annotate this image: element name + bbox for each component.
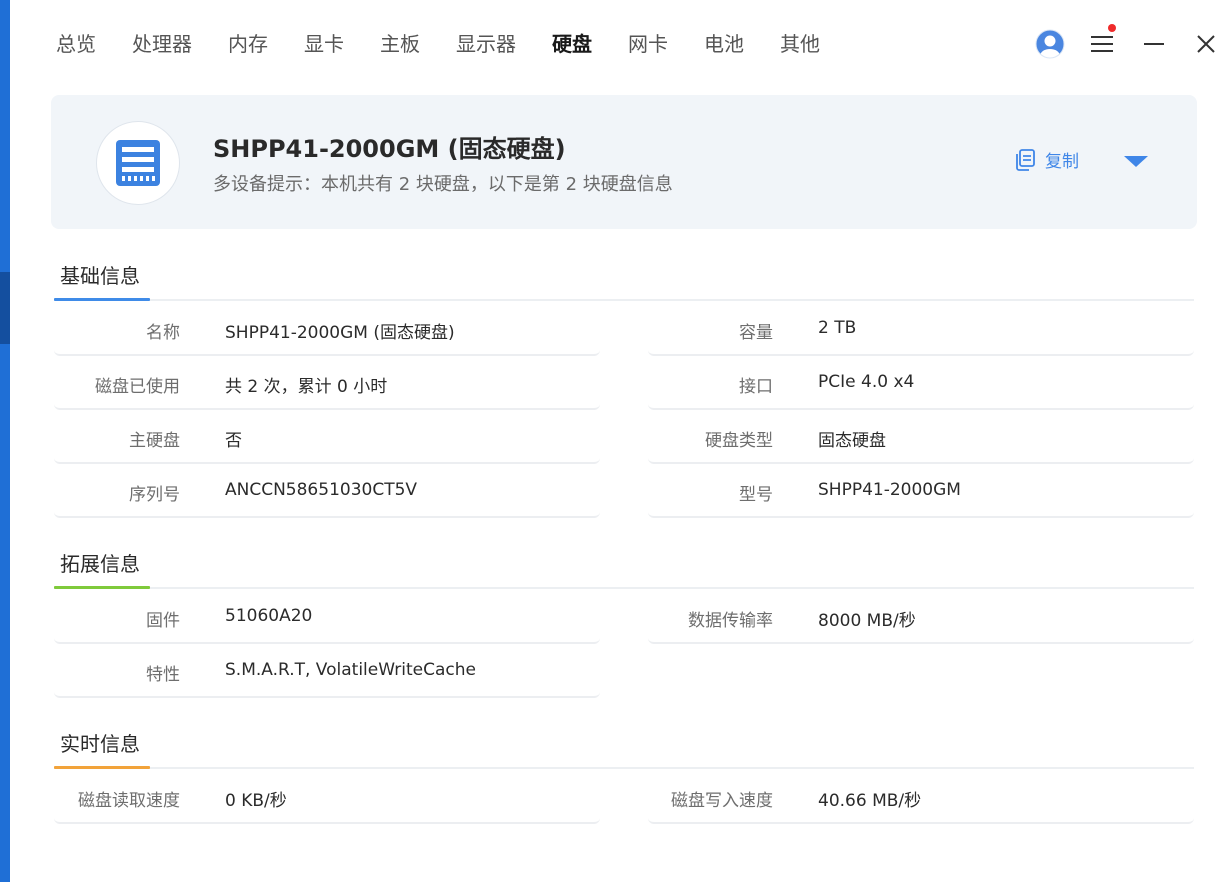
tab-motherboard[interactable]: 主板 <box>380 28 420 60</box>
field-label: 磁盘写入速度 <box>671 791 773 811</box>
field-value: 51060A20 <box>225 606 313 626</box>
section-title-realtime: 实时信息 <box>60 732 140 756</box>
field-label: 名称 <box>146 323 180 343</box>
field-label: 磁盘读取速度 <box>78 791 180 811</box>
field-label: 固件 <box>146 611 180 631</box>
copy-label: 复制 <box>1045 152 1079 172</box>
disk-badge <box>96 121 180 205</box>
info-row-read-speed: 磁盘读取速度 0 KB/秒 <box>54 770 600 824</box>
caret-down-icon <box>1124 156 1148 167</box>
info-row-interface: 接口 PCIe 4.0 x4 <box>648 356 1194 410</box>
device-header-card: SHPP41-2000GM (固态硬盘) 多设备提示：本机共有 2 块硬盘，以下… <box>51 95 1197 229</box>
tab-battery[interactable]: 电池 <box>704 28 744 60</box>
field-label: 磁盘已使用 <box>95 377 180 397</box>
field-value: SHPP41-2000GM <box>818 480 961 500</box>
multi-device-hint: 多设备提示：本机共有 2 块硬盘，以下是第 2 块硬盘信息 <box>213 174 673 195</box>
tab-overview[interactable]: 总览 <box>56 28 96 60</box>
tab-monitor[interactable]: 显示器 <box>456 28 516 60</box>
field-label: 硬盘类型 <box>705 431 773 451</box>
field-value: 否 <box>225 431 242 451</box>
field-value: 2 TB <box>818 318 857 338</box>
field-value: 0 KB/秒 <box>225 791 287 811</box>
field-label: 接口 <box>739 377 773 397</box>
section-accent-extended <box>54 586 150 589</box>
field-value: PCIe 4.0 x4 <box>818 372 915 392</box>
field-label: 主硬盘 <box>129 431 180 451</box>
disk-drive-icon <box>116 140 160 186</box>
info-row-primary-disk: 主硬盘 否 <box>54 410 600 464</box>
field-value: ANCCN58651030CT5V <box>225 480 418 500</box>
info-row-name: 名称 SHPP41-2000GM (固态硬盘) <box>54 302 600 356</box>
notification-dot <box>1108 24 1116 32</box>
section-divider-basic <box>54 299 1194 301</box>
field-label: 型号 <box>739 485 773 505</box>
window-controls <box>1024 24 1232 64</box>
tab-processor[interactable]: 处理器 <box>132 28 192 60</box>
left-window-edge <box>0 0 10 882</box>
menu-button[interactable] <box>1076 24 1128 64</box>
tab-memory[interactable]: 内存 <box>228 28 268 60</box>
minimize-icon <box>1144 43 1164 45</box>
field-value: 共 2 次，累计 0 小时 <box>225 377 388 397</box>
info-row-capacity: 容量 2 TB <box>648 302 1194 356</box>
top-nav: 总览 处理器 内存 显卡 主板 显示器 硬盘 网卡 电池 其他 <box>56 28 856 60</box>
tab-other[interactable]: 其他 <box>780 28 820 60</box>
user-avatar-icon <box>1035 29 1065 59</box>
field-label: 序列号 <box>129 485 180 505</box>
tab-network[interactable]: 网卡 <box>628 28 668 60</box>
close-icon <box>1197 35 1215 53</box>
section-title-basic: 基础信息 <box>60 264 140 288</box>
field-label: 数据传输率 <box>688 611 773 631</box>
section-divider-realtime <box>54 767 1194 769</box>
copy-icon <box>1016 148 1035 171</box>
tab-disk[interactable]: 硬盘 <box>552 28 592 60</box>
copy-button[interactable]: 复制 <box>1013 147 1079 172</box>
section-divider-extended <box>54 587 1194 589</box>
field-label: 容量 <box>739 323 773 343</box>
field-value: SHPP41-2000GM (固态硬盘) <box>225 323 455 343</box>
field-value: 8000 MB/秒 <box>818 611 916 631</box>
minimize-button[interactable] <box>1128 24 1180 64</box>
field-value: 40.66 MB/秒 <box>818 791 922 811</box>
field-label: 特性 <box>146 665 180 685</box>
menu-icon <box>1091 36 1113 52</box>
info-row-model: 型号 SHPP41-2000GM <box>648 464 1194 518</box>
section-accent-realtime <box>54 766 150 769</box>
info-row-write-speed: 磁盘写入速度 40.66 MB/秒 <box>648 770 1194 824</box>
tab-graphics[interactable]: 显卡 <box>304 28 344 60</box>
expand-dropdown-button[interactable] <box>1121 151 1151 171</box>
info-row-disk-type: 硬盘类型 固态硬盘 <box>648 410 1194 464</box>
section-title-extended: 拓展信息 <box>60 552 140 576</box>
device-title: SHPP41-2000GM (固态硬盘) <box>213 135 566 163</box>
info-row-features: 特性 S.M.A.R.T, VolatileWriteCache <box>54 644 600 698</box>
close-button[interactable] <box>1180 24 1232 64</box>
info-row-serial: 序列号 ANCCN58651030CT5V <box>54 464 600 518</box>
field-value: S.M.A.R.T, VolatileWriteCache <box>225 660 476 680</box>
field-value: 固态硬盘 <box>818 431 886 451</box>
info-row-firmware: 固件 51060A20 <box>54 590 600 644</box>
info-row-transfer-rate: 数据传输率 8000 MB/秒 <box>648 590 1194 644</box>
left-window-edge-dark <box>0 272 10 344</box>
info-row-usage: 磁盘已使用 共 2 次，累计 0 小时 <box>54 356 600 410</box>
section-accent-basic <box>54 298 150 301</box>
user-avatar-button[interactable] <box>1024 24 1076 64</box>
